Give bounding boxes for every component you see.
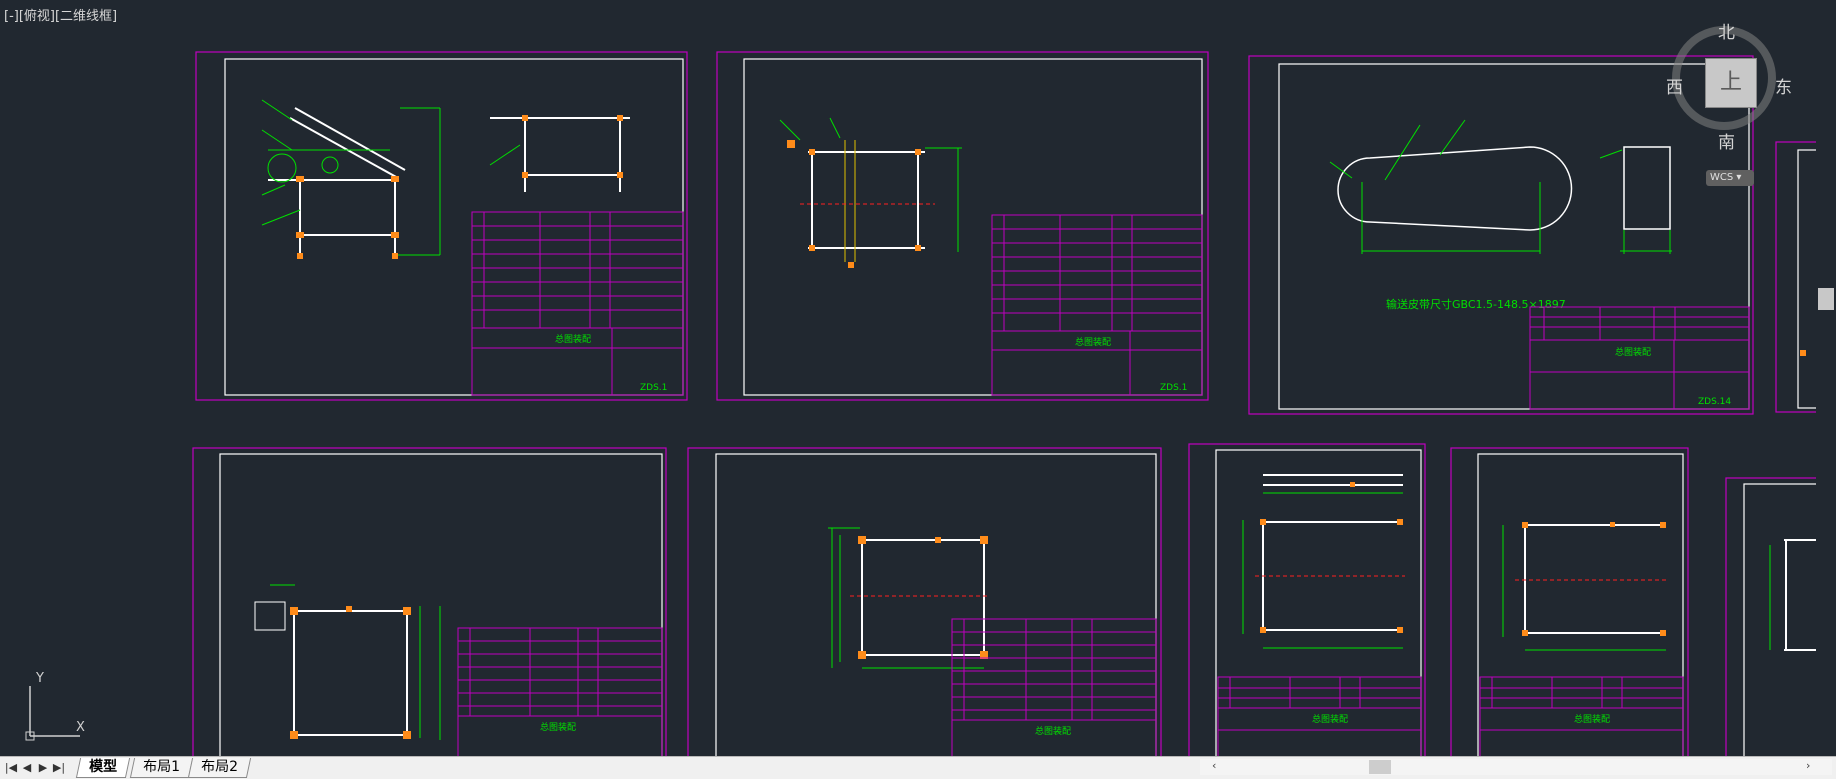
title-block-header-6: 总图装配 bbox=[1035, 725, 1071, 737]
ucs-y-label: Y bbox=[35, 671, 44, 686]
vertical-scrollbar[interactable] bbox=[1816, 0, 1836, 756]
frame-plan-view bbox=[779, 117, 962, 268]
compass-east-label[interactable]: 东 bbox=[1775, 73, 1792, 98]
drawing-sheet-2[interactable]: 总图装配 ZDS.1 bbox=[716, 51, 1209, 401]
horizontal-scrollbar[interactable] bbox=[1200, 759, 1832, 775]
tab-layout2[interactable]: 布局2 bbox=[187, 758, 252, 778]
compass-west-label[interactable]: 西 bbox=[1666, 73, 1683, 98]
belt-dimension-note: 输送皮带尺寸GBC1.5-148.5×1897 bbox=[1386, 297, 1566, 311]
frame-side-view bbox=[1502, 522, 1668, 651]
first-layout-button[interactable]: |◀ bbox=[4, 760, 18, 775]
compass-south-label[interactable]: 南 bbox=[1718, 128, 1735, 153]
last-layout-button[interactable]: ▶| bbox=[52, 760, 66, 775]
title-block-header-7: 总图装配 bbox=[1312, 713, 1348, 725]
sheet-code-2: ZDS.1 bbox=[1160, 383, 1187, 393]
ucs-icon: Y X bbox=[25, 671, 85, 741]
frame-top-view bbox=[254, 584, 441, 740]
title-block: 总图装配 ZDS.1 bbox=[471, 211, 684, 396]
drawing-sheet-6[interactable]: 总图装配 bbox=[687, 447, 1162, 756]
tab-layout1[interactable]: 布局1 bbox=[129, 758, 194, 778]
scroll-left-arrow[interactable]: ‹ bbox=[1212, 759, 1216, 772]
title-block: 总图装配 bbox=[1217, 676, 1422, 756]
sheet-code-1: ZDS.1 bbox=[640, 383, 667, 393]
title-block-header-2: 总图装配 bbox=[1075, 336, 1111, 348]
tab-model[interactable]: 模型 bbox=[75, 758, 131, 778]
title-block: 总图装配 bbox=[951, 618, 1157, 756]
drawing-sheet-4[interactable] bbox=[1775, 141, 1816, 413]
tab-layout2-label: 布局2 bbox=[201, 759, 239, 775]
viewcube-top-face[interactable]: 上 bbox=[1705, 58, 1757, 108]
title-block-header-1: 总图装配 bbox=[555, 333, 591, 345]
title-block: 总图装配 bbox=[1479, 676, 1684, 756]
frame-side-view bbox=[1242, 474, 1405, 649]
conveyor-side-view bbox=[261, 99, 441, 259]
title-block: 总图装配 ZDS.14 bbox=[1529, 306, 1750, 410]
horizontal-scrollbar-thumb[interactable] bbox=[1369, 760, 1391, 774]
title-block: 总图装配 bbox=[457, 627, 663, 756]
title-block-header-3: 总图装配 bbox=[1615, 346, 1651, 358]
compass-north-label[interactable]: 北 bbox=[1718, 18, 1735, 43]
drawing-sheet-9[interactable] bbox=[1725, 477, 1816, 756]
wcs-label: WCS bbox=[1710, 172, 1734, 183]
vertical-scrollbar-thumb[interactable] bbox=[1818, 288, 1834, 310]
tab-layout1-label: 布局1 bbox=[143, 759, 181, 775]
tab-model-label: 模型 bbox=[89, 759, 118, 775]
title-block-header-8: 总图装配 bbox=[1574, 713, 1610, 725]
title-block: 总图装配 ZDS.1 bbox=[991, 214, 1203, 396]
scroll-right-arrow[interactable]: › bbox=[1806, 759, 1810, 772]
drawing-viewport[interactable]: [-][俯视][二维线框] 总图装配 ZDS.1 总图装配 ZDS.1 输送皮带… bbox=[0, 0, 1836, 756]
drawing-sheet-1[interactable]: 总图装配 ZDS.1 bbox=[195, 51, 688, 401]
next-layout-button[interactable]: ▶ bbox=[36, 760, 50, 775]
drawing-sheet-7[interactable]: 总图装配 bbox=[1188, 443, 1426, 756]
belt-view: 输送皮带尺寸GBC1.5-148.5×1897 bbox=[1329, 119, 1672, 311]
wcs-menu[interactable]: WCS ▾ bbox=[1706, 170, 1754, 186]
drawing-sheet-8[interactable]: 总图装配 bbox=[1450, 447, 1689, 756]
viewcube[interactable]: 北 西 东 南 上 WCS ▾ bbox=[1664, 18, 1792, 186]
title-block-header-5: 总图装配 bbox=[540, 721, 576, 733]
frame-top-view bbox=[828, 527, 990, 669]
prev-layout-button[interactable]: ◀ bbox=[20, 760, 34, 775]
cad-drawing-canvas: 总图装配 ZDS.1 总图装配 ZDS.1 输送皮带尺寸GBC1.5-148.5… bbox=[192, 51, 1816, 756]
drawing-sheet-5[interactable]: 总图装配 bbox=[192, 447, 667, 756]
conveyor-top-view bbox=[489, 115, 630, 192]
sheet-code-3: ZDS.14 bbox=[1698, 397, 1731, 407]
ucs-x-label: X bbox=[76, 720, 85, 735]
